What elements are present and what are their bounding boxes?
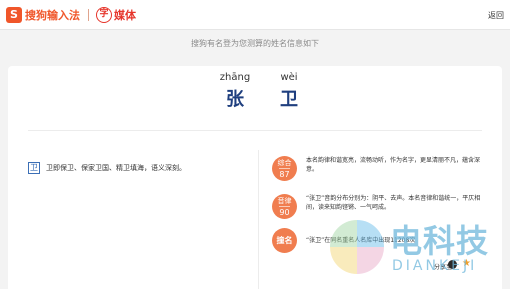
divider [28, 130, 482, 131]
meaning-char-tag: 卫 [28, 162, 40, 174]
logo-text: 搜狗输入法 [25, 9, 80, 22]
score-badge: 综合 87 [272, 156, 297, 181]
qzone-share-icon[interactable]: ★ [462, 259, 471, 269]
char-meaning: 卫 卫即保卫、保家卫国、精卫填海，语义深刻。 [28, 162, 186, 174]
zimeiti-logo-icon: 字 [96, 7, 112, 23]
item-description: “张卫”在同名重名人名库中出现11208次 [306, 237, 416, 244]
vertical-divider [258, 150, 259, 289]
zimeiti-logo[interactable]: 字 媒体 [96, 6, 136, 24]
item-description: “张卫”音韵分布分别为：阴平、去声。本名音律和谐统一，平仄相间，读来知韵铿锵、一… [306, 195, 481, 211]
name-char-1: zhāng 张 [215, 72, 255, 111]
meaning-text: 卫即保卫、保家卫国、精卫填海，语义深刻。 [46, 164, 186, 172]
page-subtitle: 搜狗有名登为您测算的姓名信息如下 [191, 39, 319, 48]
badge-value: 90 [279, 205, 290, 217]
brand2-text: 媒体 [114, 9, 136, 22]
item-description: 本名韵律和谐宽亮，流畅动听，作为名字，更显清丽不凡，蕴含深意。 [306, 157, 481, 173]
badge-label: 综合 [277, 158, 292, 167]
name-char-2: wèi 卫 [269, 72, 309, 111]
badge-label: 撞名 [276, 235, 293, 245]
score-badge: 撞名 [272, 228, 297, 253]
score-badge: 音律 90 [272, 194, 297, 219]
name-display: zhāng 张 wèi 卫 [8, 66, 502, 126]
result-card: zhāng 张 wèi 卫 卫 卫即保卫、保家卫国、精卫填海，语义深刻。 综合 … [8, 66, 502, 289]
logo-divider [88, 9, 89, 21]
hanzi: 张 [226, 89, 244, 110]
weibo-share-icon[interactable] [448, 260, 457, 269]
back-link[interactable]: 返回 [488, 10, 504, 21]
top-header: S 搜狗输入法 字 媒体 返回 [0, 0, 510, 30]
pinyin: zhāng [219, 72, 251, 83]
badge-value: 87 [279, 167, 290, 179]
badge-label: 音律 [277, 196, 292, 205]
hanzi: 卫 [280, 89, 298, 110]
sogou-logo-icon: S [6, 7, 22, 23]
sogou-logo[interactable]: S 搜狗输入法 [6, 6, 80, 24]
pinyin: wèi [280, 72, 298, 83]
